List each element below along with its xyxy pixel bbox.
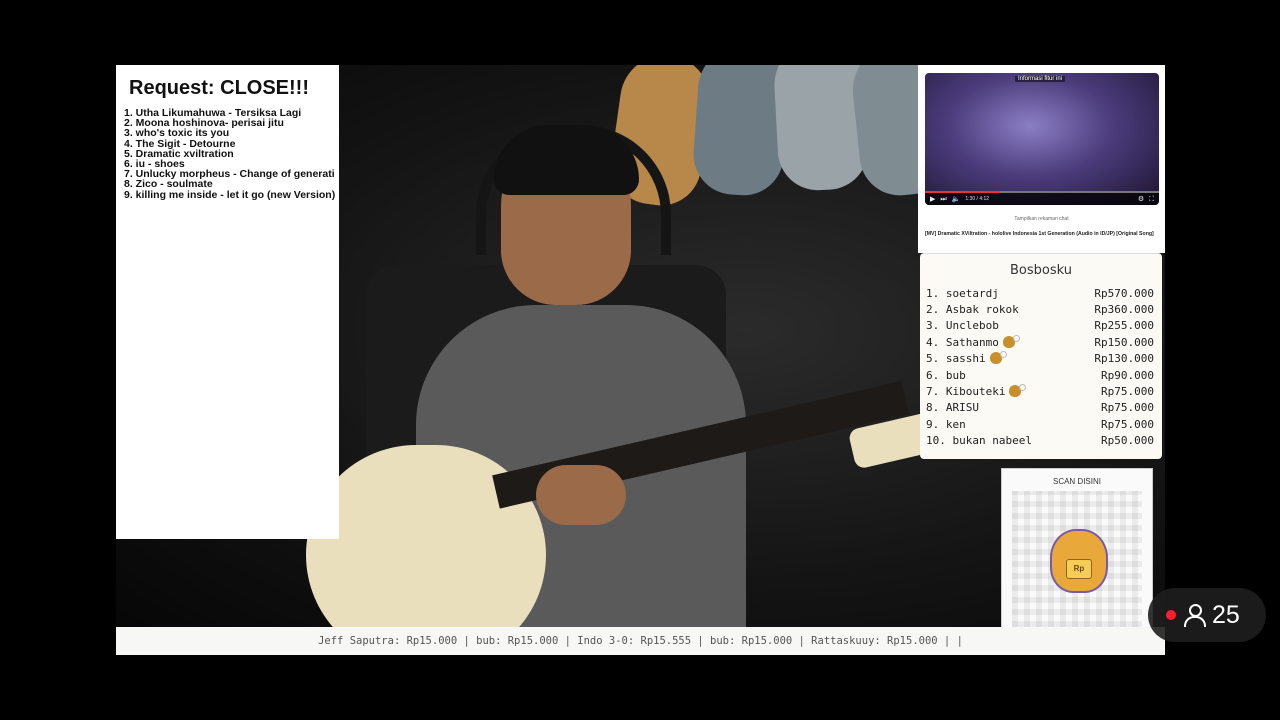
video-title: [MV] Dramatic XViltration - hololive Ind… xyxy=(925,231,1154,237)
video-preview-panel: Informasi fitur ini ▶ ⏭ 🔈 1:30 / 4:12 ⚙ … xyxy=(918,65,1165,253)
leaderboard-entry: 8. ARISU xyxy=(926,401,979,414)
request-item: 2. Moona hoshinova- perisai jitu xyxy=(124,118,284,129)
donor-name: soetardj xyxy=(945,286,999,300)
leaderboard-row: 5. sasshi Rp130.000 xyxy=(926,351,1154,367)
leaderboard-entry: 4. Sathanmo xyxy=(926,334,1020,349)
donor-name: ARISU xyxy=(945,401,979,415)
donor-name: sasshi xyxy=(945,352,986,366)
leaderboard-row: 1. soetardj Rp570.000 xyxy=(926,285,1154,301)
leaderboard-row: 3. Unclebob Rp255.000 xyxy=(926,318,1154,334)
rank: 6. xyxy=(926,368,940,382)
rank: 3. xyxy=(926,319,940,333)
request-panel: Request: CLOSE!!! 1. Utha Likumahuwa - T… xyxy=(116,65,339,539)
rank: 7. xyxy=(926,385,940,399)
donation-amount: Rp360.000 xyxy=(1094,303,1154,317)
donor-name: bub xyxy=(945,368,966,382)
donation-amount: Rp75.000 xyxy=(1101,417,1154,431)
viewer-count-badge[interactable]: 25 xyxy=(1148,588,1266,642)
request-item: 3. who's toxic its you xyxy=(124,128,230,139)
qr-donation-panel: SCAN DISINI Rp xyxy=(1001,468,1153,636)
request-item: 4. The Sigit - Detourne xyxy=(124,138,236,149)
fullscreen-icon[interactable]: ⛶ xyxy=(1149,196,1154,203)
live-dot-icon xyxy=(1166,610,1176,620)
donor-name: bukan nabeel xyxy=(952,434,1032,448)
play-icon[interactable]: ▶ xyxy=(930,196,935,203)
supporter-badge-icon xyxy=(989,351,1007,365)
request-item: 1. Utha Likumahuwa - Tersiksa Lagi xyxy=(124,108,302,119)
donor-name: Unclebob xyxy=(945,319,999,333)
leaderboard-panel: Bosbosku 1. soetardj Rp570.000 2. Asbak … xyxy=(920,253,1162,459)
next-icon[interactable]: ⏭ xyxy=(940,196,946,203)
supporter-badge-icon xyxy=(1002,334,1020,348)
request-item: 5. Dramatic xviltration xyxy=(124,148,234,160)
leaderboard-row: 8. ARISU Rp75.000 xyxy=(926,400,1154,416)
leaderboard-row: 6. bub Rp90.000 xyxy=(926,367,1154,383)
supporter-badge-icon xyxy=(1009,384,1027,398)
request-item: 7. Unlucky morpheus - Change of generati xyxy=(124,169,335,180)
leaderboard-entry: 3. Unclebob xyxy=(926,319,999,332)
rank: 9. xyxy=(926,417,940,431)
settings-icon[interactable]: ⚙ xyxy=(1138,196,1144,203)
request-title: Request: CLOSE!!! xyxy=(129,77,309,99)
donor-name: Sathanmo xyxy=(945,335,999,349)
rank: 5. xyxy=(926,352,940,366)
leaderboard-list: 1. soetardj Rp570.000 2. Asbak rokok Rp3… xyxy=(920,285,1162,449)
rank: 8. xyxy=(926,401,940,415)
person-icon xyxy=(1183,603,1206,627)
leaderboard-entry: 7. Kibouteki xyxy=(926,384,1027,399)
video-info-caption: Informasi fitur ini xyxy=(1015,76,1066,82)
leaderboard-entry: 2. Asbak rokok xyxy=(926,303,1019,316)
leaderboard-entry: 6. bub xyxy=(926,369,966,382)
qr-label: SCAN DISINI xyxy=(1052,477,1101,486)
request-item: 6. iu - shoes xyxy=(124,159,185,170)
viewer-count: 25 xyxy=(1212,600,1240,629)
stream-view: Request: CLOSE!!! 1. Utha Likumahuwa - T… xyxy=(116,65,1165,655)
leaderboard-entry: 1. soetardj xyxy=(926,287,999,300)
rank: 1. xyxy=(926,286,940,300)
leaderboard-row: 2. Asbak rokok Rp360.000 xyxy=(926,301,1154,317)
video-player[interactable]: Informasi fitur ini ▶ ⏭ 🔈 1:30 / 4:12 ⚙ … xyxy=(925,73,1159,205)
donation-ticker: Jeff Saputra: Rp15.000 | bub: Rp15.000 |… xyxy=(116,627,1165,655)
chat-replay-link[interactable]: Tampilkan rekaman chat xyxy=(918,216,1165,222)
mascot-coin-text: Rp xyxy=(1066,559,1092,579)
leaderboard-title: Bosbosku xyxy=(1010,263,1072,278)
donor-name: Kibouteki xyxy=(945,385,1006,399)
request-item: 8. Zico - soulmate xyxy=(124,179,213,190)
video-time: 1:30 / 4:12 xyxy=(965,196,990,202)
leaderboard-entry: 5. sasshi xyxy=(926,351,1007,366)
donation-amount: Rp75.000 xyxy=(1101,385,1154,399)
donation-amount: Rp130.000 xyxy=(1094,352,1154,366)
rank: 2. xyxy=(926,303,940,317)
leaderboard-row: 7. Kibouteki Rp75.000 xyxy=(926,383,1154,399)
video-controls: ▶ ⏭ 🔈 1:30 / 4:12 ⚙ ⛶ xyxy=(925,193,1159,205)
donation-amount: Rp570.000 xyxy=(1094,286,1154,300)
leaderboard-row: 10. bukan nabeel Rp50.000 xyxy=(926,433,1154,449)
rank: 10. xyxy=(926,434,946,448)
donation-amount: Rp50.000 xyxy=(1101,434,1154,448)
leaderboard-entry: 10. bukan nabeel xyxy=(926,434,1032,447)
donation-amount: Rp150.000 xyxy=(1094,335,1154,349)
mascot-icon: Rp xyxy=(1050,529,1108,593)
leaderboard-row: 9. ken Rp75.000 xyxy=(926,416,1154,432)
rank: 4. xyxy=(926,335,940,349)
volume-icon[interactable]: 🔈 xyxy=(952,196,961,203)
streamer-hair xyxy=(494,125,639,195)
donation-amount: Rp90.000 xyxy=(1101,368,1154,382)
donor-name: ken xyxy=(945,417,966,431)
streamer-hand xyxy=(536,465,626,525)
donation-amount: Rp255.000 xyxy=(1094,319,1154,333)
leaderboard-entry: 9. ken xyxy=(926,418,966,431)
request-list: 1. Utha Likumahuwa - Tersiksa Lagi 2. Mo… xyxy=(124,108,339,200)
donor-name: Asbak rokok xyxy=(945,303,1019,317)
donation-amount: Rp75.000 xyxy=(1101,401,1154,415)
request-item: 9. killing me inside - let it go (new Ve… xyxy=(124,189,336,200)
leaderboard-row: 4. Sathanmo Rp150.000 xyxy=(926,334,1154,350)
